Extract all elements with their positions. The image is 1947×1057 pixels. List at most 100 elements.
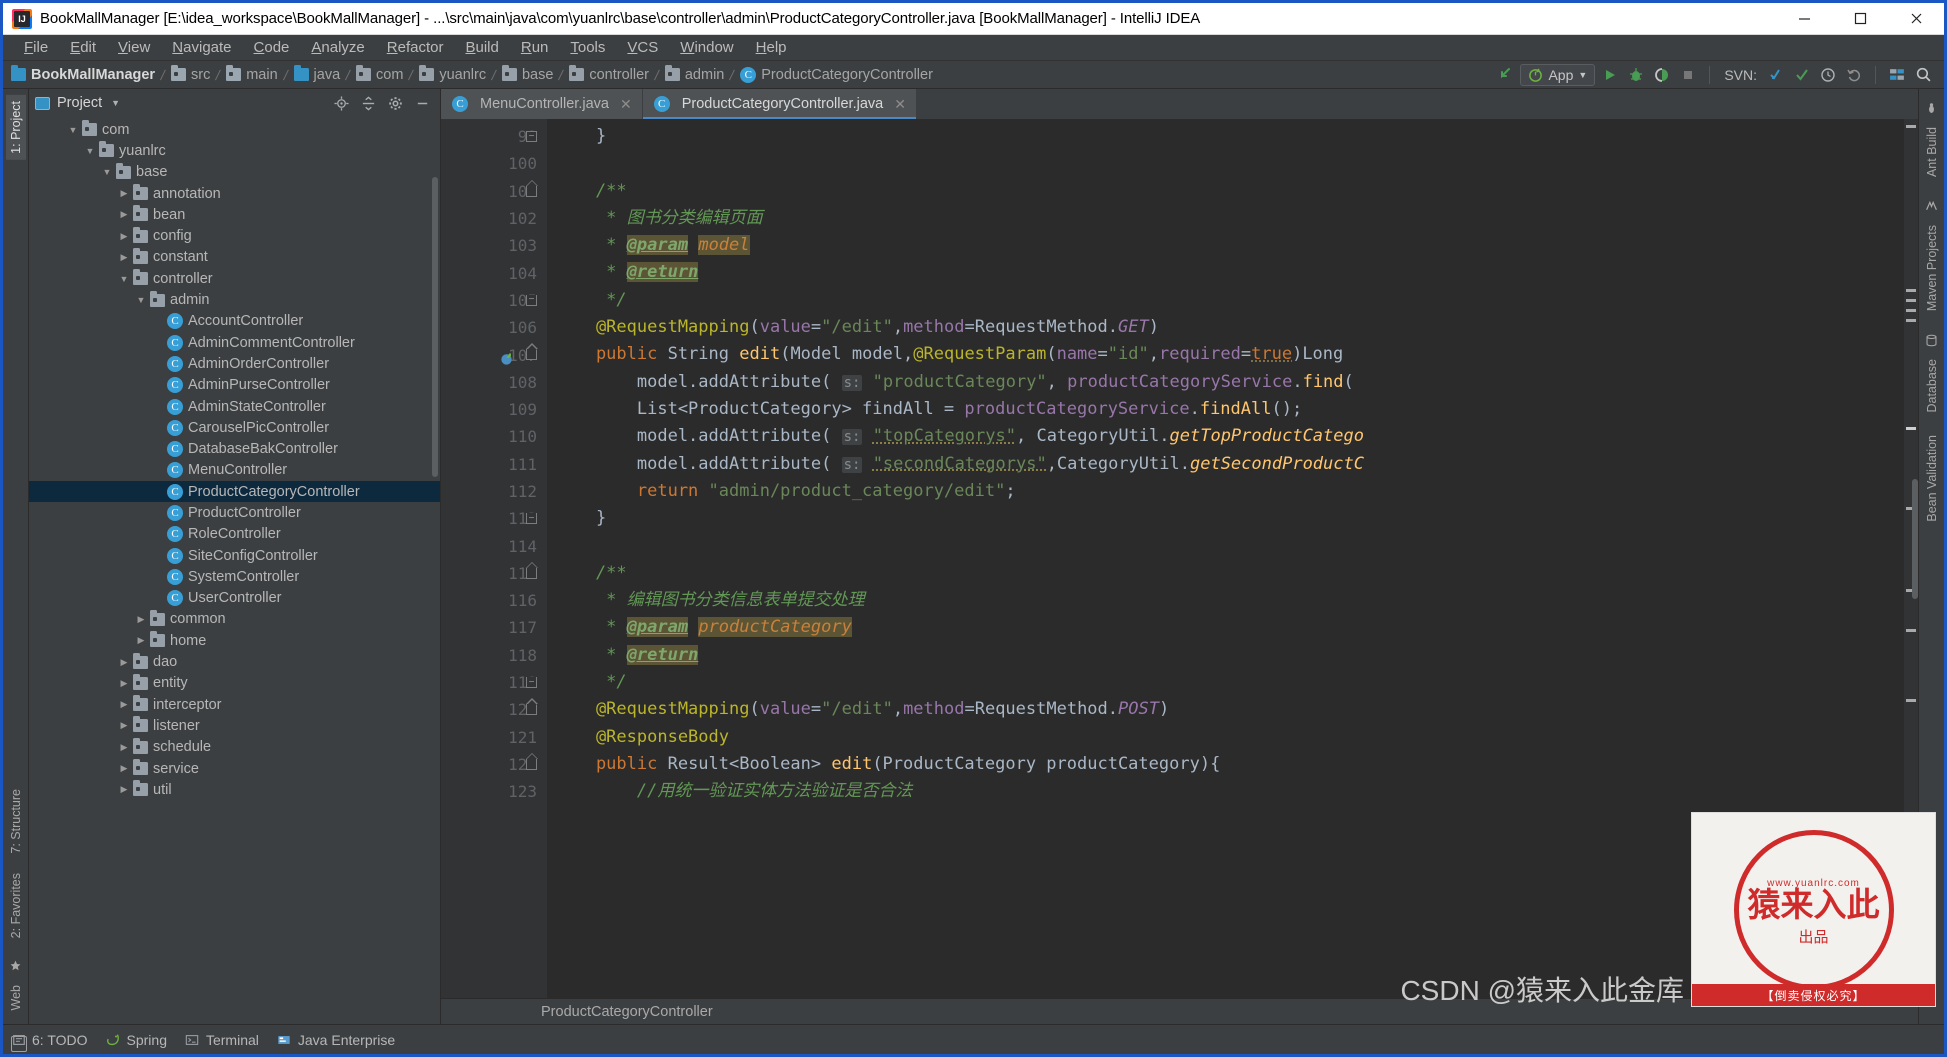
tree-item-class[interactable]: C DatabaseBakController [29,438,440,459]
chevron-right-icon[interactable]: ▶ [118,251,130,263]
code-fold-tip-icon[interactable] [526,752,539,770]
editor-tab-1[interactable]: C MenuController.java ✕ [441,89,643,119]
maximize-button[interactable] [1832,3,1888,34]
chevron-right-icon[interactable]: ▶ [118,741,130,753]
status-item-spring[interactable]: Spring [106,1032,167,1048]
vcs-update-icon[interactable] [1765,64,1787,86]
collapse-all-icon[interactable] [360,95,376,111]
tree-item-class[interactable]: C AccountController [29,311,440,332]
status-item-java-enterprise[interactable]: Java Enterprise [277,1032,395,1048]
chevron-down-icon[interactable]: ▼ [67,124,79,136]
tree-item-package[interactable]: ▶ home [29,630,440,651]
code-fold-end-icon[interactable]: − [526,513,539,525]
breadcrumb-item-controller[interactable]: controller [569,65,649,83]
tree-item-class[interactable]: C ProductController [29,502,440,523]
menu-item-run[interactable]: Run [510,37,560,58]
menu-item-analyze[interactable]: Analyze [300,37,375,58]
close-icon[interactable]: ✕ [894,96,906,113]
menu-item-refactor[interactable]: Refactor [376,37,455,58]
menu-item-view[interactable]: View [107,37,161,58]
tree-item-package[interactable]: ▶ interceptor [29,694,440,715]
close-button[interactable] [1888,3,1944,34]
rail-tab-structure[interactable]: 7: Structure [6,783,26,860]
breadcrumb-item-base[interactable]: base [501,65,553,83]
chevron-right-icon[interactable]: ▶ [118,699,130,711]
rail-tab-database[interactable]: Database [1922,353,1942,419]
project-structure-icon[interactable] [1886,64,1908,86]
locate-icon[interactable] [333,95,349,111]
navigate-back-icon[interactable] [1494,64,1516,86]
tree-item-class[interactable]: C UserController [29,588,440,609]
rail-tab-favorites[interactable]: 2: Favorites [6,867,26,944]
run-with-coverage-icon[interactable] [1651,64,1673,86]
rail-tab-bean-validation[interactable]: Bean Validation [1922,429,1942,528]
code-fold-tip-icon[interactable] [526,698,539,716]
chevron-right-icon[interactable]: ▶ [118,188,130,200]
tree-item-class[interactable]: C AdminStateController [29,396,440,417]
tree-item-package[interactable]: ▶ util [29,779,440,800]
tree-item-package[interactable]: ▶ bean [29,204,440,225]
chevron-right-icon[interactable]: ▶ [118,763,130,775]
chevron-right-icon[interactable]: ▶ [118,784,130,796]
tree-item-package[interactable]: ▶ schedule [29,737,440,758]
tree-item-class[interactable]: C SystemController [29,566,440,587]
chevron-down-icon[interactable]: ▼ [111,98,120,108]
chevron-right-icon[interactable]: ▶ [118,656,130,668]
menu-item-vcs[interactable]: VCS [616,37,669,58]
code-fold-tip-icon[interactable] [526,343,539,361]
menu-item-build[interactable]: Build [454,37,509,58]
chevron-down-icon[interactable]: ▼ [135,294,147,306]
chevron-down-icon[interactable]: ▼ [84,145,96,157]
project-tree-scrollbar[interactable] [432,177,438,477]
breadcrumb-item-java[interactable]: java [293,65,340,83]
editor-tab-2[interactable]: C ProductCategoryController.java ✕ [642,89,917,119]
tree-item-package[interactable]: ▶ common [29,609,440,630]
tree-item-package[interactable]: ▶ dao [29,651,440,672]
settings-gear-icon[interactable] [387,95,403,111]
tree-item-class[interactable]: C SiteConfigController [29,545,440,566]
tree-item-package[interactable]: ▼ yuanlrc [29,140,440,161]
chevron-down-icon[interactable]: ▼ [101,166,113,178]
chevron-right-icon[interactable]: ▶ [135,635,147,647]
tree-item-package[interactable]: ▶ annotation [29,183,440,204]
status-item-terminal[interactable]: Terminal [185,1032,259,1048]
code-fold-tip-icon[interactable] [526,179,539,197]
breadcrumb-item-src[interactable]: src [170,65,210,83]
menu-item-tools[interactable]: Tools [559,37,616,58]
menu-item-navigate[interactable]: Navigate [161,37,242,58]
debug-icon[interactable] [1625,64,1647,86]
vcs-commit-icon[interactable] [1791,64,1813,86]
breadcrumb-item-main[interactable]: main [226,65,278,83]
rail-tab-ant-build[interactable]: Ant Build [1922,121,1942,183]
menu-item-file[interactable]: File [13,37,59,58]
tree-item-class[interactable]: C ProductCategoryController [29,481,440,503]
tree-item-package[interactable]: ▶ listener [29,715,440,736]
vcs-rollback-icon[interactable] [1843,64,1865,86]
breadcrumb-item-productcategorycontroller[interactable]: C ProductCategoryController [740,66,933,83]
menu-item-edit[interactable]: Edit [59,37,107,58]
breadcrumb-item-yuanlrc[interactable]: yuanlrc [419,65,486,83]
code-fold-end-icon[interactable]: − [526,294,539,306]
tree-item-package[interactable]: ▶ config [29,225,440,246]
breadcrumb-item-com[interactable]: com [356,65,403,83]
search-everywhere-icon[interactable] [1912,64,1934,86]
spring-bean-icon[interactable] [499,351,514,366]
project-tree[interactable]: ▼ com ▼ yuanlrc ▼ base ▶ annotation ▶ bean ▶ config… [29,117,440,1024]
menu-item-help[interactable]: Help [745,37,798,58]
chevron-right-icon[interactable]: ▶ [118,230,130,242]
minimize-button[interactable] [1776,3,1832,34]
vcs-history-icon[interactable] [1817,64,1839,86]
code-fold-end-icon[interactable]: − [526,677,539,688]
rail-tab-web[interactable]: Web [6,979,26,1016]
run-configuration-selector[interactable]: App ▼ [1520,63,1596,86]
tree-item-package[interactable]: ▶ entity [29,673,440,694]
ant-build-icon[interactable] [1924,100,1940,116]
rail-tab-maven-projects[interactable]: Maven Projects [1922,219,1942,317]
chevron-down-icon[interactable]: ▼ [118,273,130,285]
tree-item-package[interactable]: ▼ com [29,119,440,140]
tree-item-class[interactable]: C CarouselPicController [29,417,440,438]
menu-item-window[interactable]: Window [669,37,744,58]
rail-tab-project[interactable]: 1: Project [5,95,26,160]
close-icon[interactable]: ✕ [620,96,632,113]
bookmark-star-icon[interactable] [8,958,24,974]
